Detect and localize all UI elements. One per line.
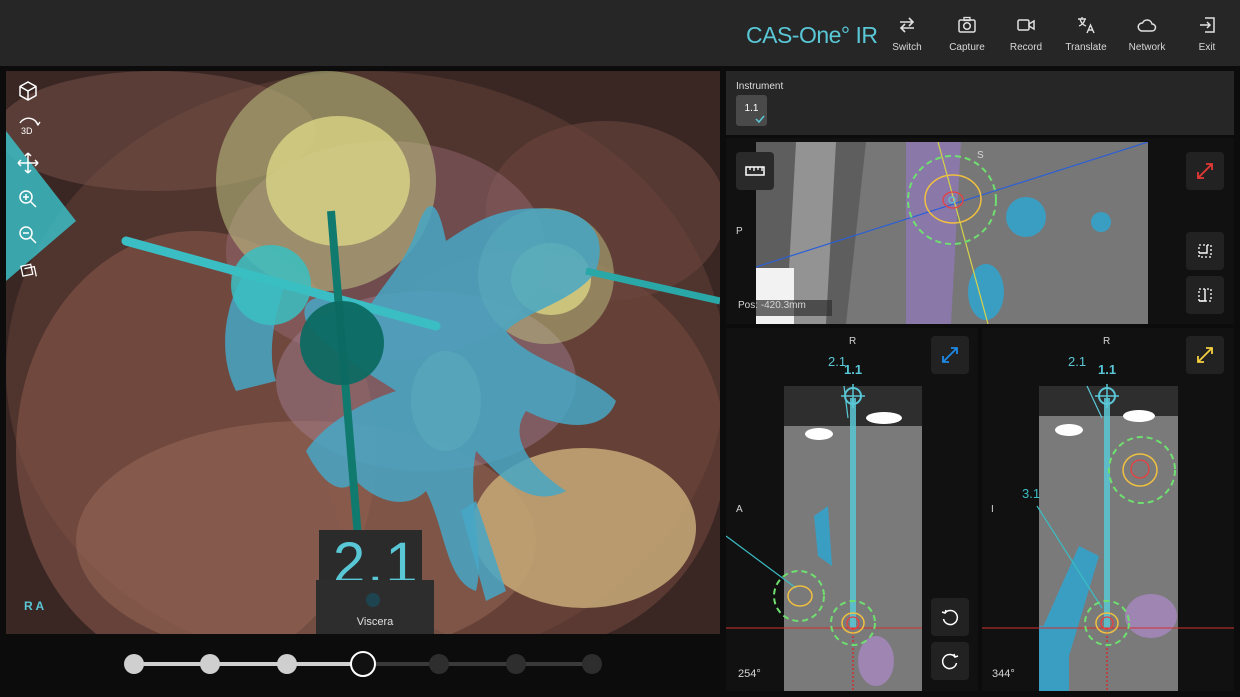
app-title: CAS-One° IR [746, 22, 878, 48]
angle-readout-left: 254° [738, 668, 761, 680]
expand-icon [942, 347, 958, 363]
layout-toggle-button[interactable] [1186, 232, 1224, 270]
timeline-step[interactable] [276, 654, 297, 674]
label-r-left: R [849, 336, 857, 347]
expand-bottom-right-button[interactable] [1186, 336, 1224, 374]
timeline-segment [515, 662, 592, 666]
timeline-step[interactable] [124, 654, 144, 674]
timeline-step[interactable] [582, 654, 602, 674]
checkmark-icon [755, 115, 765, 124]
angle-readout-right: 344° [992, 668, 1015, 680]
pan-button[interactable] [14, 149, 42, 177]
label-i: I [991, 504, 994, 515]
instrument-chip-label: 1.1 [744, 103, 759, 114]
3d-rotate-icon: 3D [19, 117, 41, 136]
needle-label-secondary-right: 2.1 [1068, 354, 1087, 369]
exit-label: Exit [1198, 42, 1216, 53]
ruler-icon [745, 166, 765, 176]
rotate-ccw-icon [941, 609, 959, 626]
ct-view-top[interactable]: S P Pos: -420.3mm [726, 138, 1234, 324]
camera-icon [958, 16, 976, 33]
ct-slice-top [756, 142, 1148, 324]
zoom-in-icon [19, 190, 37, 208]
3d-rotate-button[interactable]: 3D [14, 113, 42, 141]
layout-icon [1198, 244, 1212, 258]
record-label: Record [1009, 42, 1043, 53]
split-view-icon [1198, 288, 1212, 302]
step-timeline [120, 650, 610, 678]
exit-button[interactable]: Exit [1179, 10, 1235, 60]
cube-icon [19, 81, 37, 101]
cloud-icon [1137, 19, 1157, 32]
needle-label-other-right: 3.1 [1022, 486, 1041, 501]
3d-viewport[interactable]: 3D R A 2.1 Viscera [6, 71, 720, 634]
instrument-title: Instrument [736, 81, 784, 92]
orientation-indicator: R A [24, 599, 45, 613]
needle-label-primary-right: 1.1 [1098, 362, 1117, 377]
timeline-step[interactable] [350, 651, 376, 677]
position-readout: Pos: -420.3mm [738, 300, 806, 311]
rotate-view-button[interactable] [14, 257, 42, 285]
timeline-segment [210, 662, 287, 666]
br-overlay [982, 384, 1234, 691]
zoom-in-button[interactable] [14, 185, 42, 213]
structure-label: Viscera [356, 616, 394, 628]
structure-color-dot [366, 593, 380, 607]
translate-icon [1078, 17, 1095, 34]
cube-view-button[interactable] [14, 77, 42, 105]
switch-label: Switch [892, 42, 922, 53]
instrument-chip-1-1[interactable]: 1.1 [736, 95, 767, 126]
rotate-view-icon [20, 263, 37, 277]
expand-bottom-left-button[interactable] [931, 336, 969, 374]
translate-button[interactable]: Translate [1058, 10, 1114, 60]
label-r-right: R [1103, 336, 1111, 347]
structure-panel[interactable]: Viscera [316, 580, 434, 634]
expand-top-view-button[interactable] [1186, 152, 1224, 190]
network-label: Network [1128, 42, 1166, 53]
switch-button[interactable]: Switch [879, 10, 935, 60]
top-bar: CAS-One° IR Switch Capture Record Transl… [0, 0, 1240, 66]
timeline-segment [134, 662, 211, 666]
expand-icon [1197, 163, 1213, 179]
label-s: S [977, 150, 984, 161]
ct-view-bottom-left[interactable]: R A 2.1 1.1 254° [726, 328, 978, 691]
label-p: P [736, 226, 743, 237]
ruler-button[interactable] [736, 152, 774, 190]
switch-icon [899, 17, 915, 33]
capture-button[interactable]: Capture [939, 10, 995, 60]
ct-view-bottom-right[interactable]: R I 2.1 1.1 3.1 344° [982, 328, 1234, 691]
3d-label: 3D [21, 126, 33, 136]
exit-icon [1200, 17, 1215, 33]
split-view-button[interactable] [1186, 276, 1224, 314]
timeline-step[interactable] [505, 654, 526, 674]
rotate-cw-icon [941, 653, 959, 670]
timeline-step[interactable] [429, 654, 450, 674]
timeline-segment [439, 662, 516, 666]
pan-icon [17, 152, 39, 174]
expand-icon [1197, 347, 1213, 363]
timeline-step[interactable] [200, 654, 221, 674]
bl-overlay [726, 384, 922, 691]
rotate-ccw-button[interactable] [931, 598, 969, 636]
zoom-out-icon [19, 226, 37, 244]
label-a: A [736, 504, 743, 515]
capture-label: Capture [949, 42, 985, 53]
needle-label-primary-left: 1.1 [844, 362, 863, 377]
network-button[interactable]: Network [1119, 10, 1175, 60]
translate-label: Translate [1065, 42, 1107, 53]
video-camera-icon [1017, 19, 1035, 31]
instrument-bar: Instrument 1.1 [726, 71, 1234, 135]
rotate-cw-button[interactable] [931, 642, 969, 680]
record-button[interactable]: Record [998, 10, 1054, 60]
zoom-out-button[interactable] [14, 221, 42, 249]
